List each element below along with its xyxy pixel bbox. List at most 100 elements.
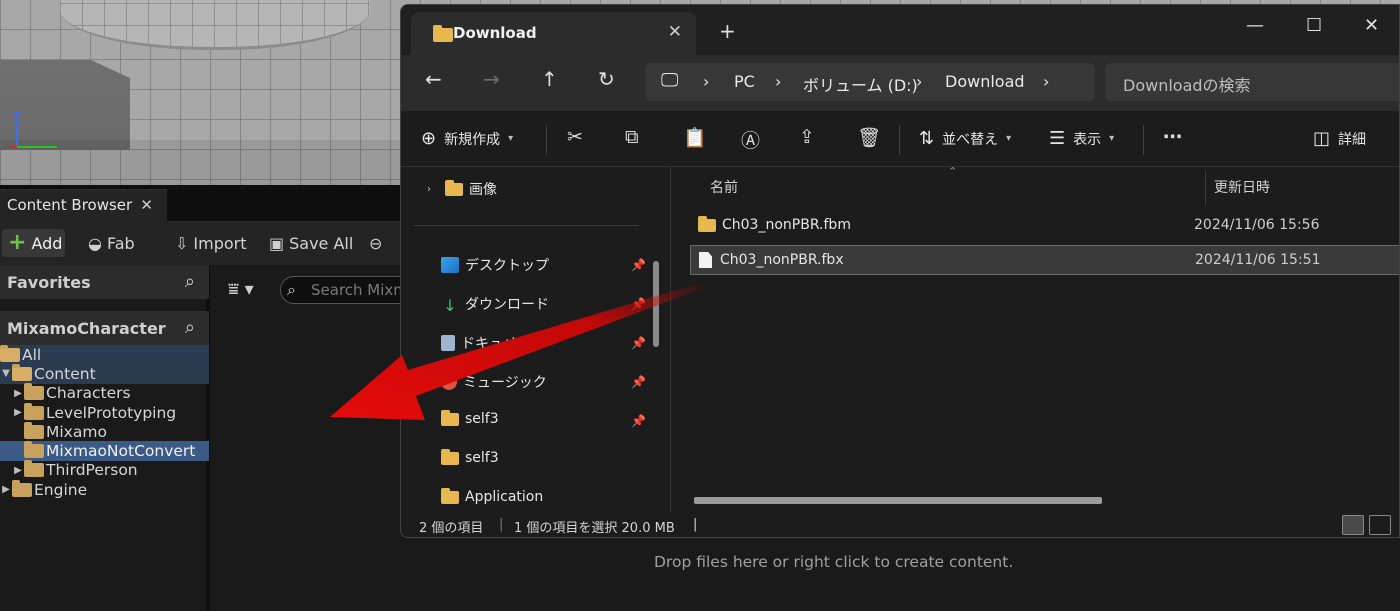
column-header-name[interactable]: 名前	[710, 177, 738, 197]
breadcrumb-separator-icon: ›	[775, 72, 782, 91]
up-arrow-icon[interactable]: ↑	[541, 67, 558, 91]
share-icon[interactable]: ⇪	[799, 126, 815, 148]
tiles-view-icon[interactable]	[1369, 515, 1391, 535]
project-label: MixamoCharacter	[7, 319, 166, 338]
project-search-icon[interactable]: ⌕	[185, 317, 195, 338]
breadcrumb-volume[interactable]: ボリューム (D:)	[803, 72, 918, 96]
pin-icon[interactable]: 📌	[631, 414, 646, 428]
rename-icon[interactable]: Ⓐ	[741, 126, 760, 153]
folder-icon	[433, 25, 453, 42]
viewport-platform-mesh	[60, 0, 370, 50]
computer-icon: 🖵	[661, 70, 679, 91]
chevron-down-icon: ▾	[508, 133, 514, 144]
breadcrumb-download[interactable]: Download	[945, 72, 1025, 91]
copy-icon[interactable]: ⧉	[625, 126, 639, 148]
explorer-tab-download[interactable]: Download ✕	[411, 12, 696, 56]
nav-item-pictures[interactable]: › 画像	[427, 179, 497, 199]
add-button[interactable]: + Add	[2, 229, 65, 257]
breadcrumb-separator-icon: ›	[916, 72, 923, 91]
forward-arrow-icon[interactable]: →	[483, 67, 500, 91]
file-icon	[699, 252, 712, 268]
search-placeholder: Downloadの検索	[1123, 76, 1251, 95]
cut-icon[interactable]: ✂	[567, 126, 583, 148]
tree-item-label: Mixamo	[46, 422, 107, 441]
details-label: 詳細	[1338, 131, 1367, 148]
collapsed-arrow-icon[interactable]: ▶	[12, 465, 24, 476]
folder-icon	[24, 441, 44, 459]
expanded-arrow-icon[interactable]: ▼	[0, 368, 12, 379]
paste-icon[interactable]: 📋	[683, 126, 707, 149]
maximize-icon[interactable]: ☐	[1306, 15, 1322, 36]
tree-item-engine[interactable]: ▶ Engine	[0, 479, 209, 499]
column-divider[interactable]	[1205, 171, 1206, 205]
file-row-fbm[interactable]: Ch03_nonPBR.fbm 2024/11/06 15:56	[690, 211, 1399, 241]
filter-icon[interactable]: ⩸ ▾	[228, 279, 254, 300]
delete-icon[interactable]: 🗑	[857, 126, 881, 149]
address-bar[interactable]: 🖵 › PC › ボリューム (D:) › Download ›	[645, 63, 1095, 101]
save-all-button[interactable]: ▣ Save All	[269, 229, 353, 257]
details-view-icon[interactable]	[1342, 515, 1364, 535]
nav-item-self3[interactable]: self3	[441, 409, 499, 427]
view-button[interactable]: ☰ 表示 ▾	[1049, 128, 1114, 149]
collapsed-arrow-icon[interactable]: ▶	[0, 484, 12, 495]
tree-item-label: ThirdPerson	[46, 461, 138, 480]
back-arrow-icon[interactable]: ←	[425, 67, 442, 91]
nav-item-desktop[interactable]: デスクトップ	[441, 255, 549, 275]
nav-item-music[interactable]: ミュージック	[441, 372, 547, 392]
tab-content-browser[interactable]: Content Browser ✕	[0, 189, 167, 221]
pin-icon[interactable]: 📌	[631, 336, 646, 350]
nav-item-label: ミュージック	[463, 375, 547, 391]
explorer-search-input[interactable]: Downloadの検索	[1105, 63, 1399, 101]
tree-item-all[interactable]: All	[0, 344, 209, 365]
close-tab-icon[interactable]: ✕	[668, 22, 682, 42]
new-button[interactable]: ⊕ 新規作成 ▾	[421, 128, 513, 149]
close-window-icon[interactable]: ✕	[1364, 15, 1379, 36]
folder-icon	[445, 179, 463, 196]
more-options-icon[interactable]: ⋯	[1163, 126, 1182, 148]
tree-item-content[interactable]: ▼ Content	[0, 363, 209, 384]
collapsed-arrow-icon[interactable]: ▶	[12, 388, 24, 399]
pin-icon[interactable]: 📌	[631, 258, 646, 272]
minimize-icon[interactable]: —	[1246, 15, 1264, 36]
file-list: ⌃ 名前 更新日時 Ch03_nonPBR.fbm 2024/11/06 15:…	[672, 165, 1399, 512]
tree-item-label: All	[22, 345, 42, 364]
refresh-icon[interactable]: ↻	[598, 67, 615, 91]
nav-scrollbar[interactable]	[653, 261, 659, 347]
nav-item-label: ダウンロード	[465, 297, 549, 313]
nav-item-application[interactable]: Application	[441, 487, 544, 505]
file-modified: 2024/11/06 15:51	[1195, 252, 1321, 268]
pin-icon[interactable]: 📌	[631, 375, 646, 389]
file-row-fbx[interactable]: Ch03_nonPBR.fbx 2024/11/06 15:51	[690, 245, 1399, 275]
back-circle-icon: ⊖	[369, 233, 383, 253]
nav-item-label: Application	[465, 489, 544, 505]
nav-item-documents[interactable]: ドキュメント	[441, 333, 545, 353]
close-tab-icon[interactable]: ✕	[140, 196, 153, 214]
tree-item-label: Characters	[46, 384, 131, 403]
pin-icon[interactable]: 📌	[631, 297, 646, 311]
fab-button[interactable]: ◒ Fab	[88, 229, 135, 257]
breadcrumb-pc[interactable]: PC	[734, 72, 755, 91]
import-button[interactable]: ⇩ Import	[175, 229, 247, 257]
tree-item-levelprototyping[interactable]: ▶ LevelPrototyping	[0, 402, 209, 422]
tree-item-label: MixmaoNotConvert	[46, 442, 196, 461]
sort-button[interactable]: ⇅ 並べ替え ▾	[919, 128, 1011, 149]
details-pane-button[interactable]: ◫ 詳細	[1313, 128, 1366, 149]
new-tab-icon[interactable]: +	[719, 19, 736, 43]
column-header-modified[interactable]: 更新日時	[1214, 177, 1270, 197]
horizontal-scrollbar[interactable]	[694, 497, 1102, 504]
folder-icon	[698, 215, 716, 232]
tree-item-thirdperson[interactable]: ▶ ThirdPerson	[0, 460, 209, 480]
folder-icon	[441, 448, 459, 465]
tree-item-mixmaonotconvert[interactable]: MixmaoNotConvert	[0, 441, 209, 461]
tree-item-mixamo[interactable]: Mixamo	[0, 421, 209, 441]
project-header[interactable]: MixamoCharacter ⌕	[0, 311, 209, 345]
document-icon	[441, 335, 455, 351]
history-back-button[interactable]: ⊖	[369, 229, 382, 257]
collapsed-arrow-icon[interactable]: ▶	[12, 407, 24, 418]
favorites-header[interactable]: Favorites ⌕	[0, 265, 209, 299]
nav-item-downloads[interactable]: ↓ ダウンロード	[441, 294, 549, 315]
tree-item-characters[interactable]: ▶ Characters	[0, 383, 209, 403]
chevron-right-icon[interactable]: ›	[427, 184, 431, 195]
nav-item-self3-2[interactable]: self3	[441, 448, 499, 466]
favorites-search-icon[interactable]: ⌕	[185, 271, 195, 292]
